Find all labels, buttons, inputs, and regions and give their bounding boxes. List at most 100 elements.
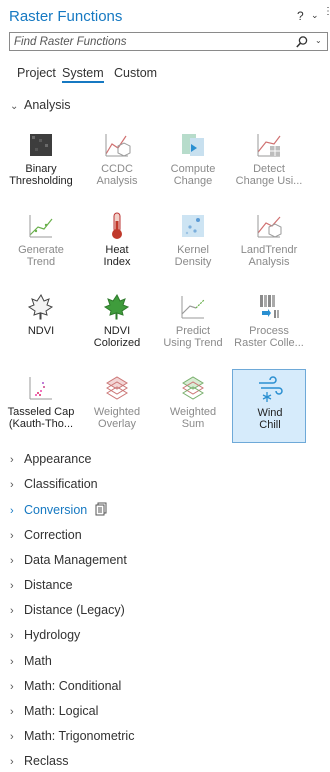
tab-custom[interactable]: Custom (114, 66, 157, 80)
wind-chill-icon (259, 376, 283, 402)
function-label: NDVI Colorized (93, 325, 141, 349)
category-label: Distance (Legacy) (24, 603, 125, 618)
ccdc-analysis-icon (105, 134, 131, 157)
category-item[interactable]: › Distance (10, 578, 73, 592)
category-label: Correction (24, 527, 82, 542)
process-raster-collection-icon (260, 295, 279, 318)
search-options-chevron-icon[interactable]: ⌄ (315, 36, 322, 45)
chevron-down-icon[interactable]: ⌄ (311, 10, 319, 21)
function-tile[interactable]: Weighted Overlay (80, 369, 154, 443)
category-label: Math: Trigonometric (24, 729, 135, 744)
thermometer-icon (112, 212, 122, 239)
search-icon[interactable] (295, 35, 309, 49)
generate-trend-icon (29, 215, 53, 238)
function-tile[interactable]: Weighted Sum (156, 369, 230, 443)
chevron-right-icon: › (10, 706, 14, 718)
category-label: Data Management (24, 552, 127, 567)
function-label: Generate Trend (18, 244, 64, 268)
chevron-right-icon: › (10, 454, 14, 466)
category-label: Hydrology (24, 628, 81, 643)
binary-thresholding-icon (30, 134, 52, 156)
function-label: Weighted Sum (169, 406, 217, 430)
group-analysis-header[interactable]: ⌄ Analysis (10, 98, 71, 112)
category-item[interactable]: › Hydrology (10, 628, 80, 642)
predict-trend-icon (181, 296, 205, 319)
category-label: Math: Conditional (24, 678, 122, 693)
function-tile[interactable]: Predict Using Trend (156, 288, 230, 362)
chevron-right-icon: › (10, 505, 14, 518)
function-tile[interactable]: Wind Chill (232, 369, 306, 443)
chevron-right-icon: › (10, 580, 14, 592)
category-label: Conversion (24, 503, 88, 518)
maple-leaf-gray-icon (27, 294, 54, 320)
category-item[interactable]: › Math: Trigonometric (10, 729, 134, 743)
chevron-right-icon: › (10, 479, 14, 492)
category-label: Appearance (24, 452, 92, 466)
chevron-right-icon: › (10, 655, 14, 668)
function-tile[interactable]: NDVI Colorized (80, 288, 154, 362)
maple-leaf-green-icon (103, 294, 130, 320)
function-label: Wind Chill (257, 407, 283, 431)
category-label: Classification (24, 477, 98, 492)
chevron-right-icon: › (10, 605, 14, 618)
function-tile[interactable]: Binary Thresholding (4, 126, 78, 200)
category-item[interactable]: › Math: Logical (10, 704, 98, 718)
function-tile[interactable]: Generate Trend (4, 207, 78, 281)
tasseled-cap-icon (29, 377, 52, 400)
pane-title: Raster Functions (9, 8, 123, 25)
category-item[interactable]: › Reclass (10, 754, 68, 768)
landtrendr-icon (257, 215, 282, 238)
compute-change-icon (182, 134, 204, 156)
help-button[interactable]: ? (297, 9, 304, 23)
category-label: Reclass (24, 754, 69, 769)
chevron-right-icon: › (10, 756, 14, 769)
function-tile[interactable]: Kernel Density (156, 207, 230, 281)
category-item[interactable]: › Math: Conditional (10, 679, 121, 693)
search-box: ⌄ (9, 32, 328, 51)
function-tile[interactable]: Tasseled Cap (Kauth-Tho... (4, 369, 78, 443)
category-item[interactable]: › Appearance (10, 452, 91, 466)
weighted-overlay-icon (106, 376, 128, 400)
function-tile[interactable]: Heat Index (80, 207, 154, 281)
pane-title-bar: Raster Functions ? ⌄ ⋮ (0, 0, 330, 32)
category-item[interactable]: › Conversion (10, 502, 107, 517)
function-label: CCDC Analysis (96, 163, 138, 187)
function-tile[interactable]: Process Raster Colle... (232, 288, 306, 362)
chevron-right-icon: › (10, 630, 14, 643)
function-tile[interactable]: Compute Change (156, 126, 230, 200)
chevron-right-icon: › (10, 529, 14, 542)
function-tile[interactable]: Detect Change Usi... (232, 126, 306, 200)
category-item[interactable]: › Distance (Legacy) (10, 603, 125, 617)
category-item[interactable]: › Correction (10, 528, 82, 542)
function-label: Process Raster Colle... (234, 325, 304, 349)
function-label: Tasseled Cap (Kauth-Tho... (7, 406, 75, 430)
category-label: Math: Logical (24, 704, 99, 718)
weighted-sum-icon (182, 376, 204, 400)
function-label: Kernel Density (174, 244, 212, 268)
chevron-right-icon: › (10, 554, 14, 567)
function-label: Detect Change Usi... (235, 163, 303, 187)
chevron-right-icon: › (10, 731, 14, 744)
tab-project[interactable]: Project (17, 66, 56, 80)
function-tile[interactable]: CCDC Analysis (80, 126, 154, 200)
function-tile[interactable]: LandTrendr Analysis (232, 207, 306, 281)
function-label: Predict Using Trend (163, 325, 223, 349)
kernel-density-icon (182, 215, 204, 237)
function-label: NDVI (27, 325, 55, 337)
chevron-right-icon: › (10, 680, 14, 693)
tab-system[interactable]: System (62, 66, 104, 83)
copy-icon[interactable] (95, 502, 107, 516)
detect-change-icon (257, 134, 281, 157)
function-label: Compute Change (170, 163, 216, 187)
search-input[interactable] (14, 34, 290, 49)
group-label: Analysis (24, 98, 71, 112)
function-tile[interactable]: NDVI (4, 288, 78, 362)
function-label: Weighted Overlay (93, 406, 141, 430)
category-item[interactable]: › Classification (10, 477, 98, 491)
function-label: Heat Index (103, 244, 131, 268)
category-item[interactable]: › Data Management (10, 553, 127, 567)
category-label: Math (24, 653, 52, 668)
function-label: LandTrendr Analysis (240, 244, 298, 268)
pin-icon[interactable]: ⋮ (323, 6, 330, 17)
category-item[interactable]: › Math (10, 654, 52, 668)
